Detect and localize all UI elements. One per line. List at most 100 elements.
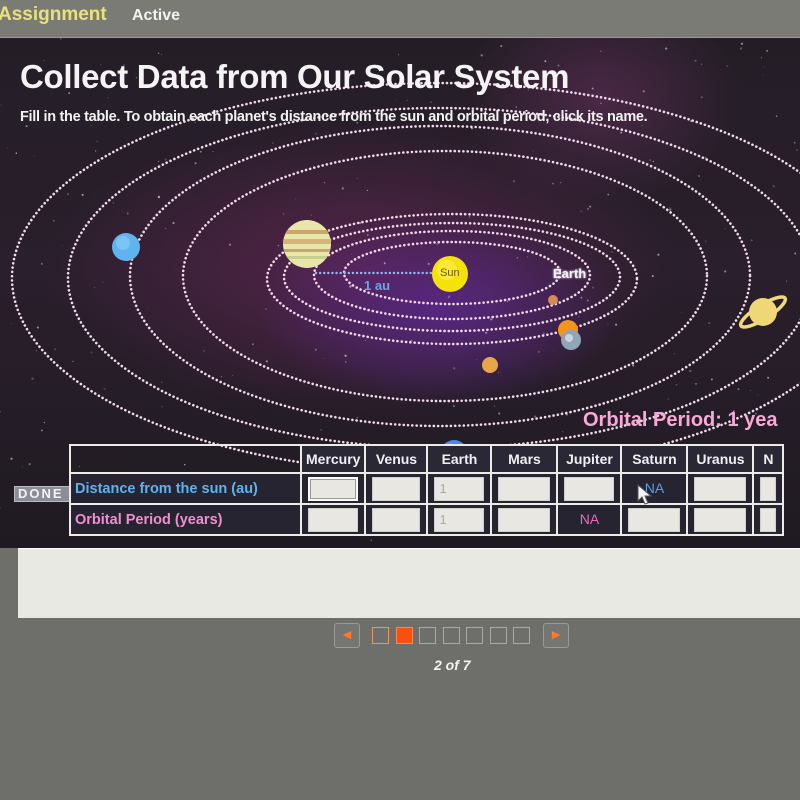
star — [15, 152, 18, 154]
period-input-n[interactable] — [760, 507, 777, 532]
page-square-1[interactable] — [372, 627, 389, 644]
table-cell — [299, 472, 367, 505]
star — [0, 506, 1, 509]
star — [710, 378, 713, 381]
star — [562, 430, 564, 433]
star — [695, 383, 697, 385]
star — [760, 57, 762, 59]
star — [763, 66, 765, 68]
star — [540, 140, 542, 141]
star — [705, 157, 707, 159]
column-header-earth[interactable]: Earth — [426, 444, 493, 474]
star — [232, 375, 234, 376]
column-header-mercury[interactable]: Mercury — [299, 444, 367, 474]
distance-input-n[interactable] — [760, 476, 777, 501]
star — [534, 415, 537, 418]
status-label: Active — [132, 7, 181, 24]
page-square-4[interactable] — [442, 627, 460, 644]
assignment-tab[interactable]: Assignment — [0, 4, 107, 26]
distance-input-mars[interactable] — [498, 476, 551, 501]
star — [323, 357, 325, 359]
star — [724, 270, 727, 273]
star — [72, 360, 74, 363]
mercury-planet-icon[interactable] — [546, 293, 560, 307]
star — [252, 343, 254, 345]
star — [157, 195, 161, 199]
star — [726, 65, 728, 67]
star — [370, 539, 372, 542]
saturn-planet-icon[interactable] — [735, 286, 791, 338]
column-header-jupiter[interactable]: Jupiter — [556, 444, 623, 474]
column-header-mars[interactable]: Mars — [490, 444, 559, 474]
jupiter-planet-icon[interactable] — [280, 218, 334, 270]
column-header-venus[interactable]: Venus — [364, 444, 429, 474]
page-square-3[interactable] — [419, 627, 436, 644]
orbital-period-readout: Orbital Period: 1 yea — [583, 409, 778, 431]
table-cell — [426, 503, 493, 536]
star — [559, 181, 562, 184]
venus-earth-planet-icon[interactable] — [554, 318, 584, 352]
star — [344, 361, 347, 363]
star — [265, 308, 267, 310]
distance-input-earth[interactable] — [434, 476, 485, 501]
star — [762, 74, 764, 76]
top-bar: Assignment Active — [0, 0, 800, 38]
next-page-button[interactable]: ▶ — [543, 623, 569, 648]
column-header-n[interactable]: N — [752, 444, 785, 474]
star — [310, 214, 313, 216]
star — [750, 390, 752, 392]
column-header-uranus[interactable]: Uranus — [686, 444, 755, 474]
star — [28, 463, 31, 466]
mars-planet-icon[interactable] — [479, 355, 501, 375]
period-input-saturn[interactable] — [628, 507, 681, 532]
star — [35, 350, 37, 352]
star — [36, 326, 39, 329]
star — [589, 205, 592, 208]
star — [480, 54, 483, 57]
page-square-6[interactable] — [489, 627, 507, 644]
star — [600, 50, 602, 52]
table-cell — [620, 503, 689, 536]
period-input-mercury[interactable] — [308, 507, 359, 532]
star — [494, 405, 496, 407]
star — [126, 212, 129, 215]
star — [448, 295, 451, 298]
period-input-venus[interactable] — [372, 507, 421, 532]
distance-input-jupiter[interactable] — [564, 476, 615, 501]
table-cell: NA — [556, 503, 623, 536]
star — [271, 142, 274, 145]
star — [694, 59, 697, 62]
star — [96, 140, 98, 143]
na-value: NA — [579, 510, 600, 527]
star — [0, 410, 1, 413]
star — [320, 429, 322, 431]
period-input-earth[interactable] — [434, 507, 485, 532]
star — [33, 155, 35, 157]
star — [591, 87, 594, 90]
prev-page-button[interactable]: ◀ — [334, 623, 360, 648]
star — [366, 189, 368, 191]
star — [724, 228, 726, 230]
table-cell — [752, 472, 785, 505]
table-cell — [426, 472, 493, 505]
star — [607, 193, 610, 196]
column-header-saturn[interactable]: Saturn — [620, 444, 689, 474]
distance-input-uranus[interactable] — [694, 476, 747, 501]
data-table: Mercury Venus Earth Mars Jupiter Saturn Uranus… — [69, 444, 785, 536]
distance-input-venus[interactable] — [372, 476, 421, 501]
period-input-uranus[interactable] — [694, 507, 747, 532]
star — [81, 193, 84, 196]
star — [253, 185, 255, 187]
period-input-mars[interactable] — [498, 507, 551, 532]
page-square-5[interactable] — [466, 627, 483, 644]
table-cell: NA — [620, 472, 689, 505]
star — [220, 376, 222, 378]
star — [580, 210, 583, 213]
distance-input-mercury[interactable] — [308, 476, 359, 501]
star — [673, 353, 675, 355]
page-square-2[interactable] — [395, 627, 413, 644]
star — [54, 348, 57, 351]
page-square-7[interactable] — [513, 627, 530, 644]
table-cell — [490, 503, 559, 536]
neptune-planet-icon[interactable] — [110, 231, 142, 263]
